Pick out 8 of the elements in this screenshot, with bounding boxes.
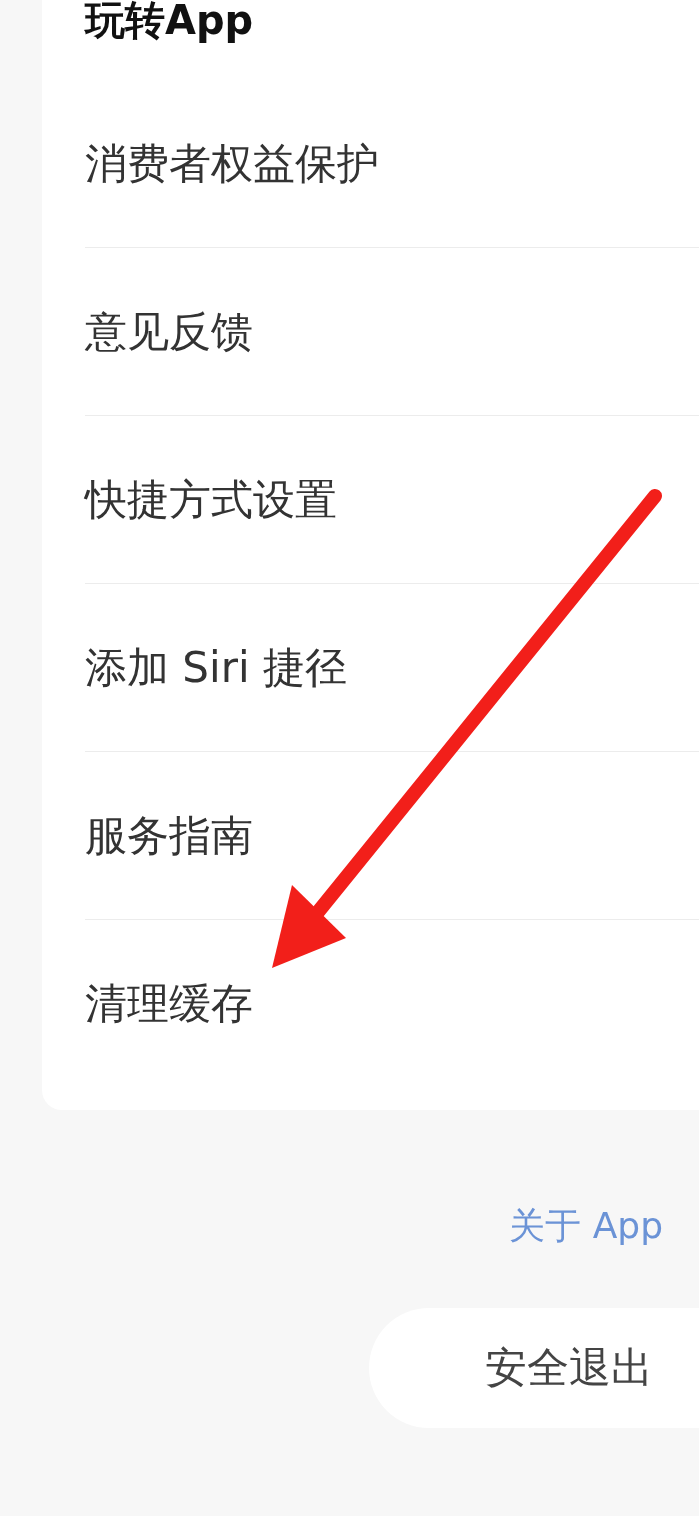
menu-item[interactable]: 清理缓存 <box>85 920 699 1087</box>
menu-item[interactable]: 快捷方式设置 <box>85 416 699 583</box>
menu-item[interactable]: 意见反馈 <box>85 248 699 415</box>
menu-item[interactable]: 添加 Siri 捷径 <box>85 584 699 751</box>
logout-button[interactable]: 安全退出 <box>369 1308 699 1428</box>
section-title: 玩转App <box>85 0 255 45</box>
menu-item[interactable]: 服务指南 <box>85 752 699 919</box>
menu-item[interactable]: 消费者权益保护 <box>85 80 699 247</box>
